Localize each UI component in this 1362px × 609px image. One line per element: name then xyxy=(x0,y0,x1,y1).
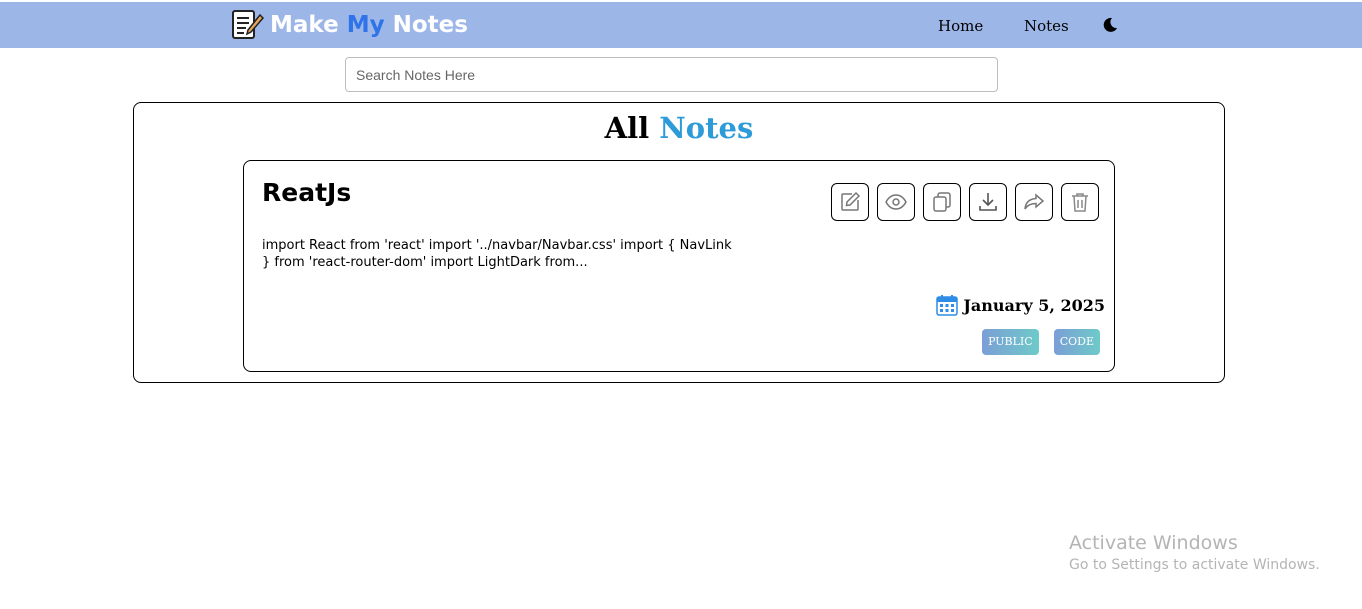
view-button[interactable] xyxy=(877,183,915,221)
windows-activation-title: Activate Windows xyxy=(1069,532,1238,554)
section-title: All Notes xyxy=(134,111,1224,145)
delete-icon xyxy=(1072,193,1088,212)
moon-icon[interactable] xyxy=(1101,16,1119,34)
brand-title-accent: My xyxy=(346,12,385,38)
note-card: ReatJs import React from 'react' import … xyxy=(243,160,1115,372)
all-notes-container: All Notes ReatJs import React from 'reac… xyxy=(133,102,1225,383)
edit-icon xyxy=(841,191,861,211)
tag-badge-code[interactable]: CODE xyxy=(1053,329,1100,355)
navbar: Make My Notes Home Notes xyxy=(0,2,1362,48)
delete-button[interactable] xyxy=(1061,183,1099,221)
note-body: import React from 'react' import '../nav… xyxy=(262,238,732,270)
note-title: ReatJs xyxy=(262,178,352,207)
note-actions xyxy=(831,183,1099,221)
download-icon xyxy=(979,193,997,211)
share-icon xyxy=(1024,193,1045,210)
brand-title-part3: Notes xyxy=(384,12,468,38)
nav-link-home[interactable]: Home xyxy=(938,17,983,35)
view-icon xyxy=(885,194,907,210)
calendar-icon xyxy=(936,295,959,316)
note-tags: PUBLIC CODE xyxy=(982,329,1100,355)
nav-link-notes[interactable]: Notes xyxy=(1024,17,1069,35)
section-title-part1: All xyxy=(604,111,660,145)
notepad-pencil-icon xyxy=(232,10,264,39)
note-date: January 5, 2025 xyxy=(963,295,1105,315)
note-date-row: January 5, 2025 xyxy=(936,294,1105,316)
windows-activation-subtitle: Go to Settings to activate Windows. xyxy=(1069,557,1320,573)
edit-button[interactable] xyxy=(831,183,869,221)
search-input[interactable] xyxy=(345,57,998,92)
brand-title: Make My Notes xyxy=(270,12,468,38)
tag-badge-public[interactable]: PUBLIC xyxy=(982,329,1039,355)
copy-icon xyxy=(933,192,951,212)
section-title-accent: Notes xyxy=(659,111,754,145)
brand[interactable]: Make My Notes xyxy=(230,7,468,43)
share-button[interactable] xyxy=(1015,183,1053,221)
copy-button[interactable] xyxy=(923,183,961,221)
download-button[interactable] xyxy=(969,183,1007,221)
brand-title-part1: Make xyxy=(270,12,347,38)
